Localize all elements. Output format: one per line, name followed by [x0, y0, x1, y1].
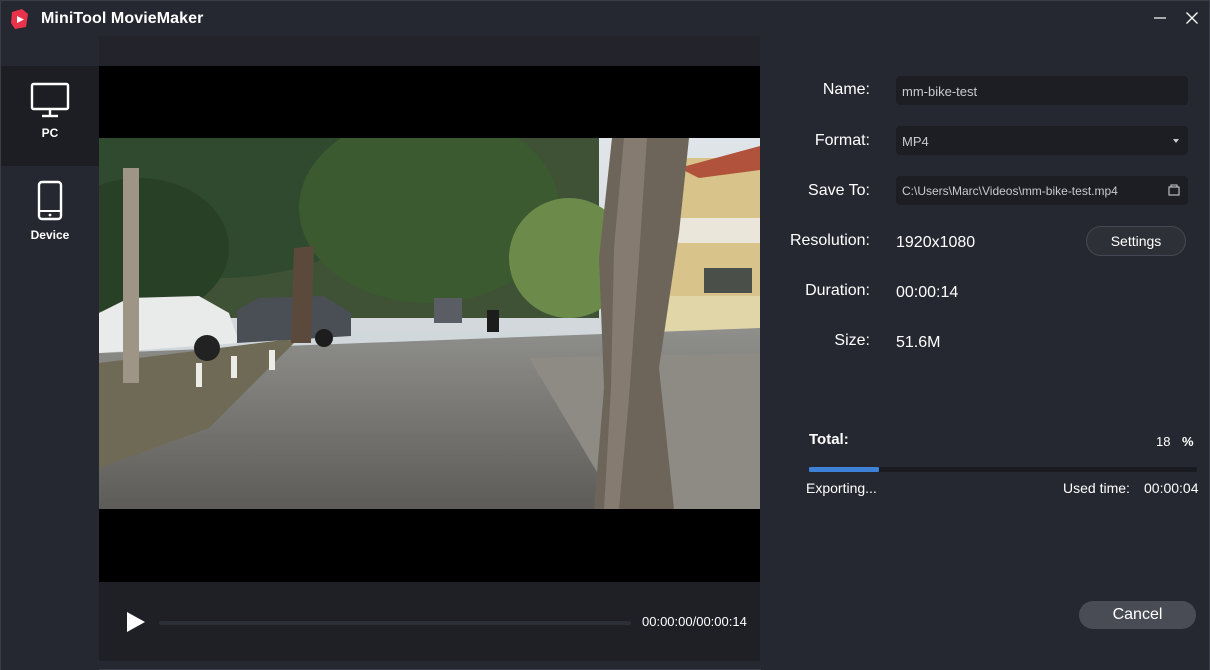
duration-label: Duration: — [805, 282, 870, 299]
folder-icon[interactable] — [1168, 184, 1180, 196]
preview-header — [99, 36, 760, 66]
title-bar: MiniTool MovieMaker — [1, 1, 1209, 36]
progress-percent: 18 — [1156, 434, 1171, 449]
used-time-label: Used time: — [1063, 480, 1130, 496]
app-window: MiniTool MovieMaker PC Device 00:00:00/0… — [0, 0, 1210, 670]
export-target-sidebar: PC Device — [1, 36, 99, 670]
progress-percent-sign: % — [1182, 434, 1194, 449]
used-time-value: 00:00:04 — [1144, 480, 1199, 496]
cancel-button[interactable]: Cancel — [1079, 601, 1196, 629]
phone-icon — [37, 180, 63, 221]
save-path-value: C:\Users\Marc\Videos\mm-bike-test.mp4 — [902, 184, 1118, 198]
resolution-value: 1920x1080 — [896, 234, 976, 251]
minimize-icon — [1154, 17, 1166, 19]
player-controls: 00:00:00/00:00:14 — [99, 582, 760, 661]
format-select[interactable]: MP4 — [896, 126, 1188, 155]
app-title: MiniTool MovieMaker — [41, 10, 204, 27]
size-label: Size: — [834, 332, 870, 349]
play-icon[interactable] — [125, 610, 147, 634]
name-label: Name: — [822, 81, 870, 98]
minitool-logo-icon — [11, 9, 28, 29]
video-frame — [99, 138, 760, 509]
sidebar-item-label: PC — [41, 126, 59, 140]
sidebar-item-device[interactable]: Device — [1, 166, 99, 266]
close-icon — [1186, 12, 1198, 24]
export-status: Exporting... — [806, 480, 877, 496]
duration-value: 00:00:14 — [896, 284, 959, 301]
playback-time: 00:00:00/00:00:14 — [642, 614, 747, 629]
progress-bar-fill — [809, 467, 879, 472]
size-value: 51.6M — [896, 334, 941, 351]
settings-button[interactable]: Settings — [1086, 226, 1186, 256]
save-to-label: Save To: — [808, 182, 870, 199]
total-label: Total: — [809, 431, 849, 448]
minimize-button[interactable] — [1149, 7, 1171, 29]
export-settings-panel: Name: mm-bike-test Format: MP4 Save To: … — [761, 36, 1209, 670]
close-button[interactable] — [1181, 7, 1203, 29]
resolution-label: Resolution: — [789, 232, 870, 249]
video-preview: 00:00:00/00:00:14 — [99, 36, 760, 661]
sidebar-item-pc[interactable]: PC — [1, 66, 99, 166]
chevron-down-icon — [1173, 139, 1179, 143]
format-select-value: MP4 — [902, 134, 929, 149]
street-scene-image — [99, 138, 760, 509]
monitor-icon — [30, 82, 70, 118]
seek-bar[interactable] — [159, 621, 631, 625]
save-path-field[interactable]: C:\Users\Marc\Videos\mm-bike-test.mp4 — [896, 176, 1188, 205]
format-label: Format: — [814, 132, 870, 149]
progress-bar — [809, 467, 1197, 472]
name-input[interactable]: mm-bike-test — [896, 76, 1188, 105]
sidebar-item-label: Device — [30, 228, 70, 242]
